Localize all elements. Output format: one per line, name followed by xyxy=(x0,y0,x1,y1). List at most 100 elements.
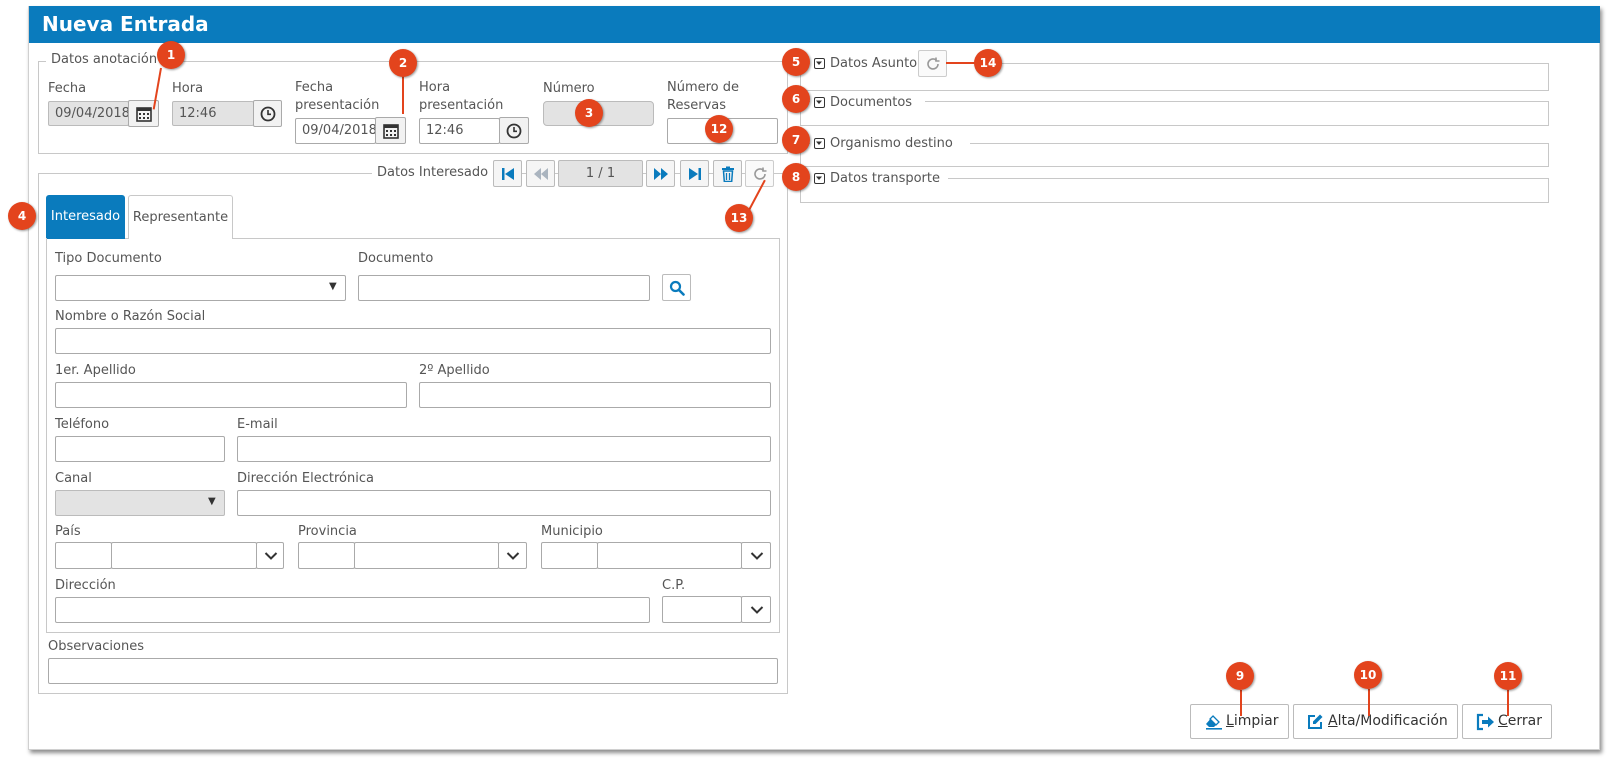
nombre-input[interactable] xyxy=(55,328,771,354)
hora-presentacion-clock-button[interactable] xyxy=(499,117,529,144)
apellido2-input[interactable] xyxy=(419,382,771,408)
callout-connector xyxy=(1240,690,1242,716)
previous-record-button[interactable] xyxy=(526,160,555,187)
direccion-label: Dirección xyxy=(55,578,116,593)
delete-record-button[interactable] xyxy=(713,160,742,187)
callout-1: 1 xyxy=(157,41,185,69)
calendar-icon xyxy=(383,124,399,139)
email-label: E-mail xyxy=(237,417,278,432)
limpiar-mnemonic: L xyxy=(1226,713,1234,729)
datos-anotacion-legend: Datos anotación xyxy=(46,52,163,67)
documentos-header[interactable]: Documentos xyxy=(810,93,925,113)
callout-7: 7 xyxy=(782,126,810,154)
direccion-electronica-input[interactable] xyxy=(237,490,771,516)
callout-4: 4 xyxy=(8,202,36,230)
fecha-presentacion-label-2: presentación xyxy=(295,98,380,113)
hora-clock-button[interactable] xyxy=(253,100,282,127)
collapse-toggle-icon xyxy=(814,138,825,149)
datos-asunto-refresh-button[interactable] xyxy=(918,50,947,77)
next-record-button[interactable] xyxy=(646,160,675,187)
pais-select[interactable] xyxy=(111,542,257,569)
chevron-down-icon xyxy=(750,552,764,560)
first-record-button[interactable] xyxy=(493,160,522,187)
fecha-presentacion-label-1: Fecha xyxy=(295,80,334,95)
documento-input[interactable] xyxy=(358,275,650,301)
trash-icon xyxy=(722,166,734,182)
provincia-code-input[interactable] xyxy=(298,542,355,569)
callout-9: 9 xyxy=(1226,662,1254,690)
collapse-toggle-icon xyxy=(814,58,825,69)
canal-label: Canal xyxy=(55,471,92,486)
alta-modificacion-button[interactable]: Alta/Modificación xyxy=(1293,704,1458,739)
rewind-icon xyxy=(534,168,548,180)
observaciones-label: Observaciones xyxy=(48,639,144,654)
telefono-input[interactable] xyxy=(55,436,225,462)
first-icon xyxy=(502,168,514,180)
chevron-down-icon xyxy=(506,552,520,560)
provincia-dropdown-button[interactable] xyxy=(498,542,527,569)
callout-11: 11 xyxy=(1494,662,1522,690)
canal-select[interactable] xyxy=(55,490,225,516)
hora-presentacion-label-1: Hora xyxy=(419,80,451,95)
apellido1-input[interactable] xyxy=(55,382,407,408)
sign-out-icon xyxy=(1476,713,1494,731)
fecha-presentacion-input[interactable]: 09/04/2018 xyxy=(295,118,376,144)
numero-label: Número xyxy=(543,81,595,96)
fecha-presentacion-calendar-button[interactable] xyxy=(375,117,406,144)
edit-icon xyxy=(1308,714,1323,729)
direccion-input[interactable] xyxy=(55,597,650,623)
tab-interesado[interactable]: Interesado xyxy=(46,195,125,239)
chevron-down-icon xyxy=(264,552,278,560)
datos-transporte-title: Datos transporte xyxy=(830,171,940,186)
cerrar-label: errar xyxy=(1507,713,1542,729)
callout-12: 12 xyxy=(705,115,733,143)
chevron-down-icon xyxy=(750,606,764,614)
pais-label: País xyxy=(55,524,81,539)
fast-forward-icon xyxy=(654,168,668,180)
clock-icon xyxy=(260,106,276,122)
num-reservas-label-2: Reservas xyxy=(667,98,726,113)
refresh-record-button[interactable] xyxy=(745,160,774,187)
fecha-label: Fecha xyxy=(48,81,87,96)
cp-select[interactable] xyxy=(662,596,742,623)
direccion-electronica-label: Dirección Electrónica xyxy=(237,471,374,486)
datos-asunto-title: Datos Asunto xyxy=(830,56,918,71)
calendar-icon xyxy=(136,107,152,122)
observaciones-input[interactable] xyxy=(48,658,778,684)
last-record-button[interactable] xyxy=(680,160,709,187)
organismo-destino-header[interactable]: Organismo destino xyxy=(810,134,970,154)
organismo-destino-title: Organismo destino xyxy=(830,136,953,151)
hora-presentacion-input[interactable]: 12:46 xyxy=(419,118,500,144)
callout-3: 3 xyxy=(575,99,603,127)
municipio-dropdown-button[interactable] xyxy=(741,542,771,569)
alta-mnemonic: A xyxy=(1328,713,1338,729)
documentos-title: Documentos xyxy=(830,95,913,110)
clock-icon xyxy=(506,123,522,139)
municipio-code-input[interactable] xyxy=(541,542,598,569)
provincia-select[interactable] xyxy=(354,542,499,569)
municipio-select[interactable] xyxy=(597,542,742,569)
callout-6: 6 xyxy=(782,85,810,113)
tab-representante[interactable]: Representante xyxy=(128,195,233,239)
callout-2: 2 xyxy=(389,49,417,77)
callout-5: 5 xyxy=(782,48,810,76)
refresh-icon xyxy=(927,57,940,70)
pais-code-input[interactable] xyxy=(55,542,112,569)
cp-label: C.P. xyxy=(662,578,686,593)
tipo-documento-select[interactable] xyxy=(55,275,346,301)
email-input[interactable] xyxy=(237,436,771,462)
apellido2-label: 2º Apellido xyxy=(419,363,490,378)
num-reservas-label-1: Número de xyxy=(667,80,740,95)
municipio-label: Municipio xyxy=(541,524,603,539)
callout-10: 10 xyxy=(1354,661,1382,689)
datos-transporte-header[interactable]: Datos transporte xyxy=(810,169,948,189)
search-documento-button[interactable] xyxy=(662,274,691,301)
collapse-toggle-icon xyxy=(814,173,825,184)
cp-dropdown-button[interactable] xyxy=(741,596,771,623)
callout-connector xyxy=(402,74,404,114)
callout-connector xyxy=(1368,689,1370,716)
callout-14: 14 xyxy=(974,49,1002,77)
pais-dropdown-button[interactable] xyxy=(256,542,284,569)
dropdown-arrow-icon: ▼ xyxy=(208,496,216,507)
tipo-documento-label: Tipo Documento xyxy=(55,251,162,266)
